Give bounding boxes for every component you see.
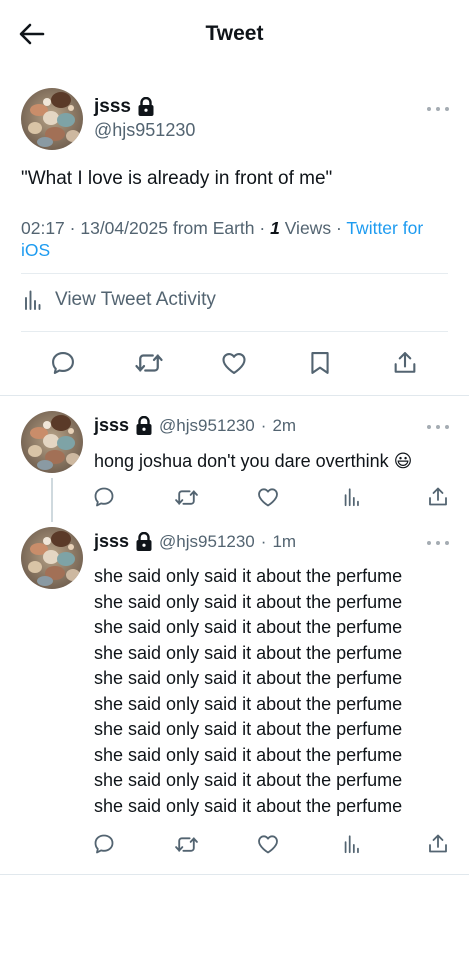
reply-text: hong joshua don't you dare overthink 😃 xyxy=(94,451,413,471)
reply-line: she said only said it about the perfume xyxy=(94,795,403,816)
reply-time: 1m xyxy=(272,531,297,551)
reply-time: 2m xyxy=(272,415,297,435)
stats-button[interactable] xyxy=(339,484,365,510)
view-activity-button[interactable]: View Tweet Activity xyxy=(21,287,216,313)
stats-icon xyxy=(21,287,45,313)
page-title: Tweet xyxy=(205,22,264,45)
retweet-icon xyxy=(134,348,164,378)
share-icon xyxy=(426,832,450,856)
retweet-button[interactable] xyxy=(173,831,199,857)
more-options-icon[interactable] xyxy=(427,538,449,548)
divider xyxy=(21,273,448,274)
reply-action-bar xyxy=(0,484,469,510)
more-options-icon[interactable] xyxy=(427,422,449,432)
top-bar: Tweet xyxy=(0,0,469,68)
author-name[interactable]: jsss xyxy=(94,96,131,118)
activity-label: View Tweet Activity xyxy=(55,289,216,310)
stats-icon xyxy=(341,833,363,855)
tweet-action-bar xyxy=(0,348,469,378)
like-button[interactable] xyxy=(255,831,281,857)
reply-line: she said only said it about the perfume xyxy=(94,566,403,586)
reply-text: she said only said it about the perfume … xyxy=(94,564,402,819)
views-label[interactable]: Views xyxy=(285,218,331,238)
reply-action-bar xyxy=(0,831,469,857)
like-icon xyxy=(220,349,248,377)
reply-button[interactable] xyxy=(48,348,78,378)
reply-line: she said only said it about the perfume xyxy=(94,668,403,688)
reply-line: she said only said it about the perfume xyxy=(94,693,403,714)
reply-icon xyxy=(92,485,116,509)
stats-button[interactable] xyxy=(339,831,365,857)
separator-dot: · xyxy=(260,415,267,435)
share-icon xyxy=(391,349,419,377)
reply-line: she said only said it about the perfume xyxy=(94,591,403,612)
tweet-time: 02:17 xyxy=(21,218,65,238)
avatar[interactable] xyxy=(21,88,83,150)
author-handle[interactable]: @hjs951230 xyxy=(159,532,255,552)
reply-button[interactable] xyxy=(91,831,117,857)
tweet-date: 13/04/2025 xyxy=(80,218,168,238)
lock-icon xyxy=(135,532,153,552)
share-button[interactable] xyxy=(425,484,451,510)
like-button[interactable] xyxy=(255,484,281,510)
reply-line: she said only said it about the perfume xyxy=(94,642,403,663)
reply-icon xyxy=(49,349,77,377)
divider xyxy=(0,395,469,396)
reply-button[interactable] xyxy=(91,484,117,510)
reply-icon xyxy=(92,832,116,856)
retweet-button[interactable] xyxy=(173,484,199,510)
divider xyxy=(21,331,448,332)
tweet-location: from Earth xyxy=(172,218,255,238)
like-button[interactable] xyxy=(219,348,249,378)
tweet-text: "What I love is already in front of me" xyxy=(21,168,333,189)
reply-line: she said only said it about the perfume xyxy=(94,770,403,790)
views-count[interactable]: 1 xyxy=(270,218,280,238)
author-name[interactable]: jsss xyxy=(94,415,129,436)
reply-line: she said only said it about the perfume xyxy=(94,617,403,637)
share-button[interactable] xyxy=(390,348,420,378)
author-name[interactable]: jsss xyxy=(94,531,129,552)
tweet-meta: 02:17 · 13/04/2025 from Earth · 1 Views … xyxy=(21,218,424,260)
retweet-icon xyxy=(174,485,199,510)
author-handle[interactable]: @hjs951230 xyxy=(159,416,255,436)
stats-icon xyxy=(341,486,363,508)
separator-dot: · xyxy=(260,531,267,551)
like-icon xyxy=(256,485,280,509)
avatar[interactable] xyxy=(21,527,83,589)
like-icon xyxy=(256,832,280,856)
share-button[interactable] xyxy=(425,831,451,857)
avatar[interactable] xyxy=(21,411,83,473)
bookmark-button[interactable] xyxy=(305,348,335,378)
reply-line: she said only said it about the perfume xyxy=(94,719,403,739)
reply-line: she said only said it about the perfume xyxy=(94,744,403,765)
retweet-button[interactable] xyxy=(134,348,164,378)
divider xyxy=(0,874,469,875)
author-handle[interactable]: @hjs951230 xyxy=(94,120,195,141)
more-options-icon[interactable] xyxy=(427,104,449,114)
lock-icon xyxy=(135,416,153,436)
lock-icon xyxy=(137,97,155,117)
bookmark-icon xyxy=(306,349,334,377)
share-icon xyxy=(426,485,450,509)
retweet-icon xyxy=(174,832,199,857)
